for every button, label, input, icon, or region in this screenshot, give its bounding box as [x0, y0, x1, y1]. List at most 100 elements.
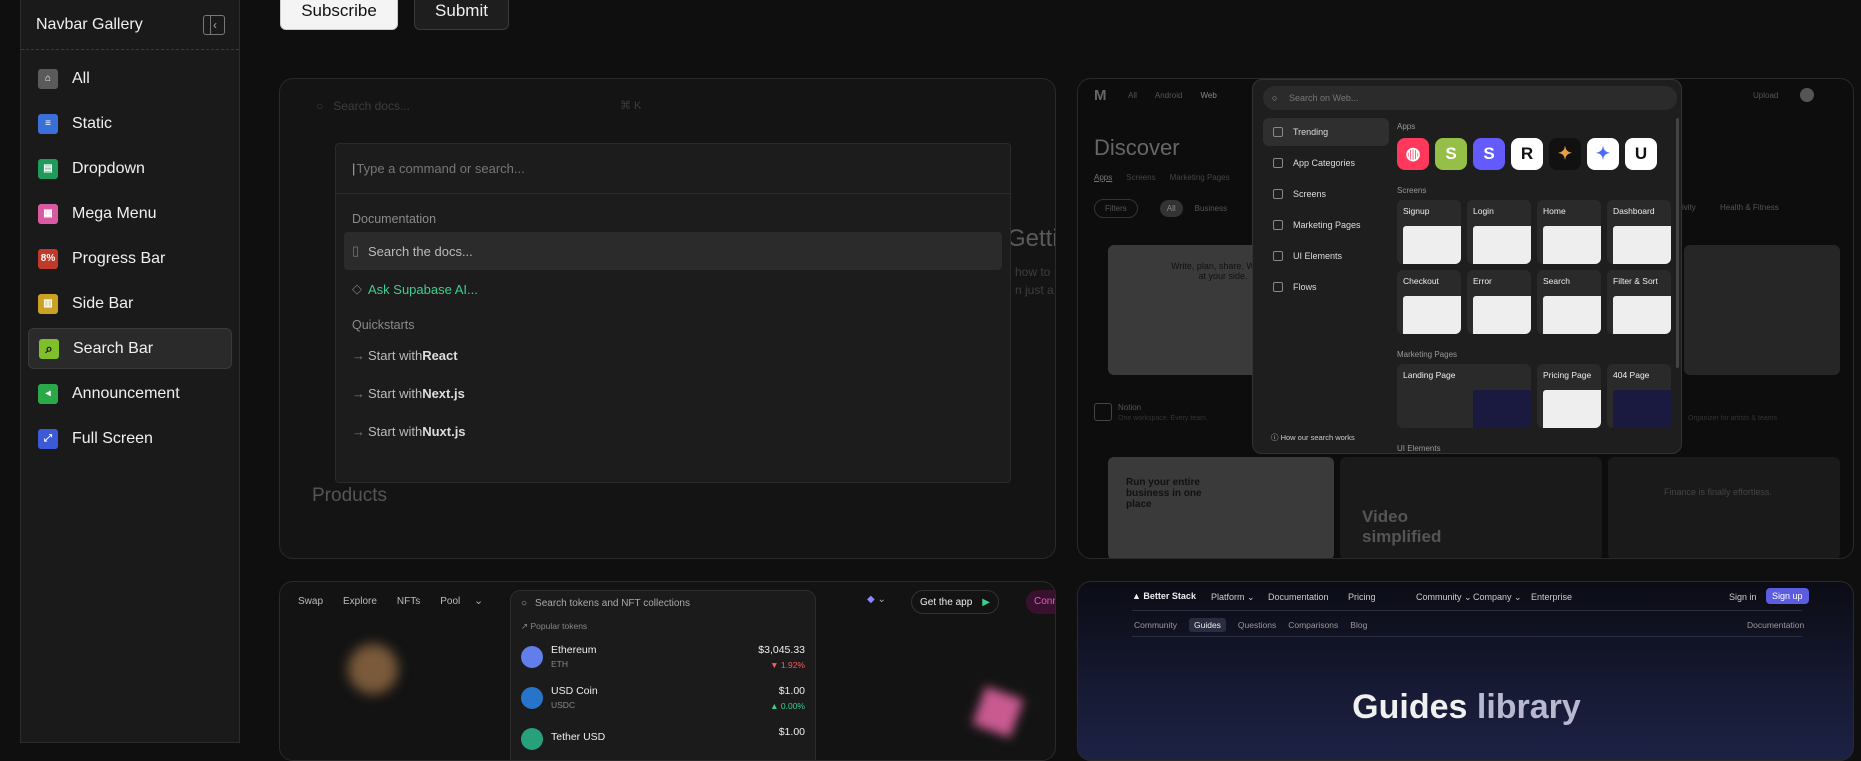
betterstack-nav-item[interactable]: Documentation: [1268, 592, 1329, 602]
modal-menu-item[interactable]: Marketing Pages: [1263, 211, 1389, 239]
sidebar-item-progress-bar[interactable]: 8% Progress Bar: [28, 238, 232, 279]
preview-card-uniswap[interactable]: Swap Explore NFTs Pool ⌄ ◆ ⌄ Get the app ▶ …: [279, 581, 1056, 761]
token-row[interactable]: USD Coin USDC $1.00 ▲ 0.00%: [511, 677, 815, 718]
betterstack-subnav-item[interactable]: Blog: [1350, 620, 1367, 630]
chip-business[interactable]: Business: [1191, 200, 1231, 217]
chevron-down-icon[interactable]: ⌄: [474, 594, 483, 607]
betterstack-nav-item[interactable]: Company ⌄: [1473, 592, 1522, 603]
betterstack-subnav-item[interactable]: Community: [1134, 620, 1177, 630]
sidebar-item-announcement[interactable]: ◂ Announcement: [28, 373, 232, 414]
submit-button[interactable]: Submit: [414, 0, 509, 30]
screen-category-tile[interactable]: Filter & Sort: [1607, 270, 1671, 334]
chip-health[interactable]: Health & Fitness: [1720, 203, 1779, 212]
app-preview-video[interactable]: Video simplified: [1340, 457, 1602, 558]
betterstack-nav-item[interactable]: Platform ⌄: [1211, 592, 1255, 603]
mega-menu-icon: ▦: [38, 203, 58, 224]
screen-category-tile[interactable]: Error: [1467, 270, 1531, 334]
sign-up-button[interactable]: Sign up: [1766, 588, 1809, 604]
screen-category-tile[interactable]: Search: [1537, 270, 1601, 334]
shopify-icon[interactable]: S: [1435, 138, 1467, 170]
sidebar-item-mega-menu[interactable]: ▦ Mega Menu: [28, 193, 232, 234]
uniswap-nav-item[interactable]: Explore: [343, 596, 377, 607]
revolut-icon[interactable]: R: [1511, 138, 1543, 170]
betterstack-nav-item[interactable]: Enterprise: [1531, 592, 1572, 602]
discover-tab[interactable]: Apps: [1094, 173, 1112, 182]
sidebar-item-full-screen[interactable]: ⤢ Full Screen: [28, 418, 232, 459]
uniswap-nav-item[interactable]: NFTs: [397, 596, 420, 607]
get-app-button[interactable]: Get the app ▶: [911, 590, 999, 614]
betterstack-subnav-item[interactable]: Comparisons: [1288, 620, 1338, 630]
command-input[interactable]: | Type a command or search...: [336, 144, 1010, 194]
discover-tab[interactable]: Screens: [1126, 173, 1155, 182]
screen-category-label: Search: [1543, 276, 1570, 286]
quickstart-item[interactable]: → Start with Next.js: [336, 374, 1010, 412]
screen-category-tile[interactable]: Home: [1537, 200, 1601, 264]
platform-tab[interactable]: Web: [1200, 91, 1216, 100]
sidebar-item-static[interactable]: ≡ Static: [28, 103, 232, 144]
marketing-page-tile[interactable]: Pricing Page: [1537, 364, 1601, 428]
marketing-page-tile[interactable]: 404 Page: [1607, 364, 1671, 428]
airbnb-icon[interactable]: ◍: [1397, 138, 1429, 170]
token-search-input[interactable]: ○ Search tokens and NFT collections: [511, 591, 815, 615]
quickstart-item[interactable]: → Start with React: [336, 336, 1010, 374]
modal-menu-item[interactable]: Screens: [1263, 180, 1389, 208]
chip-activity[interactable]: ivity: [1682, 203, 1696, 212]
subnav-documentation[interactable]: Documentation: [1747, 620, 1804, 630]
screen-category-tile[interactable]: Login: [1467, 200, 1531, 264]
preview-card-mobbin[interactable]: M All Android Web Upload Discover Apps Scre…: [1077, 78, 1854, 559]
uniswap-nav-item[interactable]: Pool: [440, 596, 460, 607]
how-search-works-link[interactable]: ⓘ How our search works: [1271, 432, 1355, 443]
betterstack-subnav-item[interactable]: Questions: [1238, 620, 1276, 630]
bg-heading: Getti: [1007, 225, 1056, 252]
betterstack-nav-item[interactable]: Pricing: [1348, 592, 1376, 602]
sidebar-item-search-bar[interactable]: ⌕ Search Bar: [28, 328, 232, 369]
search-docs-item[interactable]: ▯ Search the docs...: [344, 232, 1002, 270]
sidebar-item-side-bar[interactable]: ▥ Side Bar: [28, 283, 232, 324]
upload-link[interactable]: Upload: [1753, 91, 1778, 100]
stripe-icon[interactable]: S: [1473, 138, 1505, 170]
betterstack-logo[interactable]: ▲ Better Stack: [1132, 591, 1196, 601]
filters-button[interactable]: Filters: [1094, 199, 1138, 218]
sidebar-item-all[interactable]: ⌂ All: [28, 58, 232, 99]
app-preview-shopify[interactable]: Run your entire business in one place: [1108, 457, 1334, 558]
token-change: ▼ 1.92%: [770, 660, 805, 670]
betterstack-subnav-item[interactable]: Guides: [1188, 618, 1226, 632]
modal-menu-item[interactable]: UI Elements: [1263, 242, 1389, 270]
app-preview-right[interactable]: [1684, 245, 1840, 375]
screen-category-tile[interactable]: Dashboard: [1607, 200, 1671, 264]
modal-menu-item[interactable]: Trending: [1263, 118, 1389, 146]
screen-category-tile[interactable]: Signup: [1397, 200, 1461, 264]
token-name: USD Coin: [551, 685, 598, 697]
discover-tab[interactable]: Marketing Pages: [1170, 173, 1230, 182]
platform-tab[interactable]: Android: [1155, 91, 1183, 100]
collapse-sidebar-icon[interactable]: [203, 14, 225, 35]
ask-ai-item[interactable]: ◇ Ask Supabase AI...: [336, 270, 1010, 308]
avatar[interactable]: [1800, 88, 1814, 102]
connect-button[interactable]: Conn: [1026, 590, 1055, 614]
modal-search-input[interactable]: ○ Search on Web...: [1263, 86, 1677, 110]
screen-category-tile[interactable]: Checkout: [1397, 270, 1461, 334]
sign-in-link[interactable]: Sign in: [1729, 592, 1757, 602]
token-row[interactable]: Ethereum ETH $3,045.33 ▼ 1.92%: [511, 636, 815, 677]
gemini-icon[interactable]: ✦: [1587, 138, 1619, 170]
sidebar-item-dropdown[interactable]: ▤ Dropdown: [28, 148, 232, 189]
preview-card-betterstack[interactable]: ▲ Better Stack Platform ⌄ Documentation Pr…: [1077, 581, 1854, 761]
notion-logo-icon: [1094, 403, 1112, 421]
platform-tab[interactable]: All: [1128, 91, 1137, 100]
betterstack-nav-item[interactable]: Community ⌄: [1416, 592, 1472, 603]
modal-menu-item[interactable]: Flows: [1263, 273, 1389, 301]
modal-scrollbar[interactable]: [1676, 118, 1679, 368]
perplexity-icon[interactable]: ✦: [1549, 138, 1581, 170]
screen-thumbnail: [1613, 226, 1671, 264]
chip-all[interactable]: All: [1159, 200, 1183, 217]
app-preview-finance[interactable]: Finance is finally effortless.: [1608, 457, 1840, 558]
uniswap-nav-item[interactable]: Swap: [298, 596, 323, 607]
modal-menu-item[interactable]: App Categories: [1263, 149, 1389, 177]
quickstart-item[interactable]: → Start with Nuxt.js: [336, 412, 1010, 450]
marketing-page-tile[interactable]: Landing Page: [1397, 364, 1531, 428]
udemy-icon[interactable]: U: [1625, 138, 1657, 170]
token-row[interactable]: Tether USD $1.00: [511, 718, 815, 759]
network-selector[interactable]: ◆ ⌄: [867, 594, 886, 605]
subscribe-button[interactable]: Subscribe: [280, 0, 398, 30]
preview-card-supabase[interactable]: ○ Search docs... ⌘ K Getti how to n just…: [279, 78, 1056, 559]
